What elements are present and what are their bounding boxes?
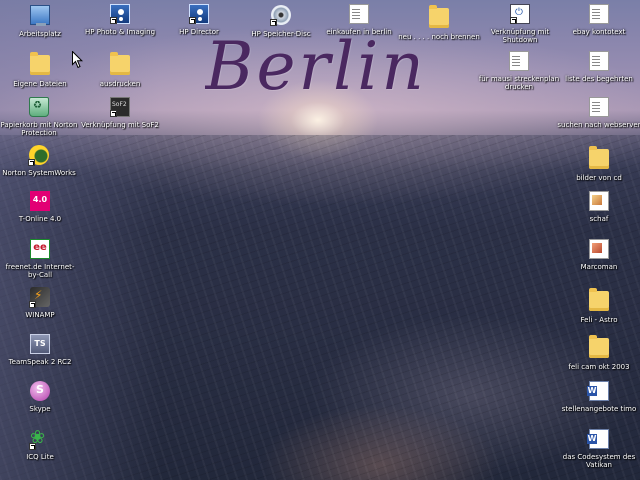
- desktop-icon-ausdrucken[interactable]: ausdrucken: [81, 50, 159, 96]
- desktop-icon-codesystem-vatikan[interactable]: das Codesystem des Vatikan: [554, 428, 640, 474]
- t-online-icon: 4.0: [30, 191, 50, 211]
- desktop-icon-papierkorb[interactable]: Papierkorb mit Norton Protection: [0, 96, 84, 142]
- image-icon: [589, 191, 609, 211]
- shutdown-icon: [510, 4, 530, 24]
- icq-icon: [29, 427, 50, 450]
- image-icon: [589, 239, 609, 259]
- shortcut-arrow-icon: [29, 301, 36, 308]
- shortcut-arrow-icon: [29, 443, 36, 450]
- icon-label: HP Director: [179, 28, 219, 36]
- icon-label: suchen nach webserver: [557, 121, 640, 129]
- icon-label: Eigene Dateien: [13, 80, 67, 88]
- document-icon: [509, 51, 529, 71]
- disc-icon: [270, 5, 291, 26]
- icon-label: ebay kontotext: [572, 28, 626, 36]
- desktop-icon-skype[interactable]: S Skype: [1, 380, 79, 426]
- document-icon: [589, 97, 609, 117]
- desktop-icon-verknuepfung-sof2[interactable]: Verknüpfung mit SoF2: [75, 96, 165, 142]
- word-document-icon: [587, 381, 609, 401]
- desktop-icon-teamspeak[interactable]: TS TeamSpeak 2 RC2: [1, 333, 79, 379]
- desktop-icon-hp-director[interactable]: HP Director: [160, 3, 238, 49]
- shortcut-arrow-icon: [270, 19, 277, 26]
- desktop-icon-marcoman[interactable]: Marcoman: [560, 238, 638, 284]
- freenet-icon: ee: [30, 239, 50, 259]
- icon-label: Verknüpfung mit SoF2: [81, 121, 159, 129]
- desktop-icon-neu-brennen[interactable]: neu . . . . noch brennen: [394, 3, 484, 49]
- icon-label: TeamSpeak 2 RC2: [8, 358, 72, 366]
- icon-label: HP Photo & Imaging: [84, 28, 156, 36]
- shortcut-arrow-icon: [28, 159, 35, 166]
- icon-label: einkaufen in berlin: [326, 28, 392, 36]
- desktop-icon-norton-systemworks[interactable]: Norton SystemWorks: [0, 144, 84, 190]
- desktop-icon-winamp[interactable]: WINAMP: [1, 286, 79, 332]
- icon-label: neu . . . . noch brennen: [398, 33, 480, 41]
- desktop-icon-hp-photo[interactable]: HP Photo & Imaging: [75, 3, 165, 49]
- sof2-icon: [110, 97, 130, 117]
- desktop-icon-feli-cam[interactable]: feli cam okt 2003: [560, 333, 638, 379]
- icon-label: schaf: [589, 215, 609, 223]
- teamspeak-icon: TS: [30, 334, 50, 354]
- desktop-icon-stellenangebote[interactable]: stellenangebote timo: [554, 380, 640, 426]
- desktop-icon-freenet[interactable]: ee freenet.de Internet-by-Call: [1, 238, 79, 284]
- icon-label: Arbeitsplatz: [19, 30, 61, 38]
- desktop-icon-eigene-dateien[interactable]: Eigene Dateien: [1, 50, 79, 96]
- folder-icon: [429, 5, 449, 28]
- icon-label: feli cam okt 2003: [568, 363, 630, 371]
- document-icon: [589, 4, 609, 24]
- icon-label: bilder von cd: [576, 174, 622, 182]
- shortcut-arrow-icon: [110, 110, 117, 117]
- desktop-icon-feli-astro[interactable]: Feli - Astro: [560, 286, 638, 332]
- desktop-icon-liste-begehrten[interactable]: liste des begehrten: [560, 50, 638, 96]
- icon-label: Papierkorb mit Norton Protection: [0, 121, 78, 137]
- norton-icon: [28, 145, 49, 166]
- desktop-icon-icq-lite[interactable]: ICQ Lite: [1, 427, 79, 474]
- folder-icon: [110, 52, 130, 75]
- icon-label: das Codesystem des Vatikan: [562, 453, 636, 469]
- cursor-arrow-icon: [72, 51, 84, 69]
- icon-label: Verknüpfung mit Shutdown: [490, 28, 550, 44]
- folder-icon: [589, 146, 609, 169]
- folder-icon: [589, 288, 609, 311]
- winamp-icon: [29, 287, 50, 308]
- document-icon: [349, 4, 369, 24]
- icon-label: für mausi streckenplan drucken: [478, 75, 560, 91]
- icon-label: stellenangebote timo: [561, 405, 637, 413]
- desktop-icon-t-online[interactable]: 4.0 T-Online 4.0: [1, 190, 79, 236]
- icon-label: ICQ Lite: [26, 453, 54, 461]
- desktop-icon-einkaufen[interactable]: einkaufen in berlin: [320, 3, 398, 49]
- desktop-icon-hp-speicher[interactable]: HP Speicher-Disc: [242, 3, 320, 49]
- computer-icon: [30, 5, 50, 26]
- icon-label: Feli - Astro: [580, 316, 618, 324]
- shortcut-arrow-icon: [110, 17, 117, 24]
- icon-label: WINAMP: [25, 311, 55, 319]
- icon-label: ausdrucken: [99, 80, 141, 88]
- icon-label: liste des begehrten: [565, 75, 633, 83]
- desktop-icon-ebay[interactable]: ebay kontotext: [560, 3, 638, 49]
- icon-label: freenet.de Internet-by-Call: [5, 263, 75, 279]
- document-icon: [589, 51, 609, 71]
- desktop-icon-verknuepfung-shutdown[interactable]: Verknüpfung mit Shutdown: [481, 3, 559, 49]
- desktop-icon-bilder-von-cd[interactable]: bilder von cd: [560, 144, 638, 190]
- shortcut-arrow-icon: [510, 17, 517, 24]
- icon-label: HP Speicher-Disc: [251, 30, 311, 38]
- icon-label: Norton SystemWorks: [2, 169, 76, 177]
- word-document-icon: [587, 429, 609, 449]
- desktop-icon-arbeitsplatz[interactable]: Arbeitsplatz: [1, 3, 79, 49]
- folder-icon: [589, 335, 609, 358]
- icon-label: T-Online 4.0: [18, 215, 62, 223]
- desktop-icon-mausi-streckenplan[interactable]: für mausi streckenplan drucken: [474, 50, 564, 96]
- icon-label: Skype: [29, 405, 51, 413]
- desktop-icon-suchen-webserver[interactable]: suchen nach webserver: [554, 96, 640, 142]
- folder-icon: [30, 52, 50, 75]
- hp-icon: [189, 4, 209, 24]
- icon-label: Marcoman: [580, 263, 618, 271]
- desktop[interactable]: Berlin Arbeitsplatz HP Photo & Imaging H…: [0, 0, 640, 480]
- skype-icon: S: [30, 381, 50, 401]
- hp-icon: [110, 4, 130, 24]
- recycle-bin-icon: [29, 97, 49, 117]
- desktop-icon-schaf[interactable]: schaf: [560, 190, 638, 236]
- shortcut-arrow-icon: [189, 17, 196, 24]
